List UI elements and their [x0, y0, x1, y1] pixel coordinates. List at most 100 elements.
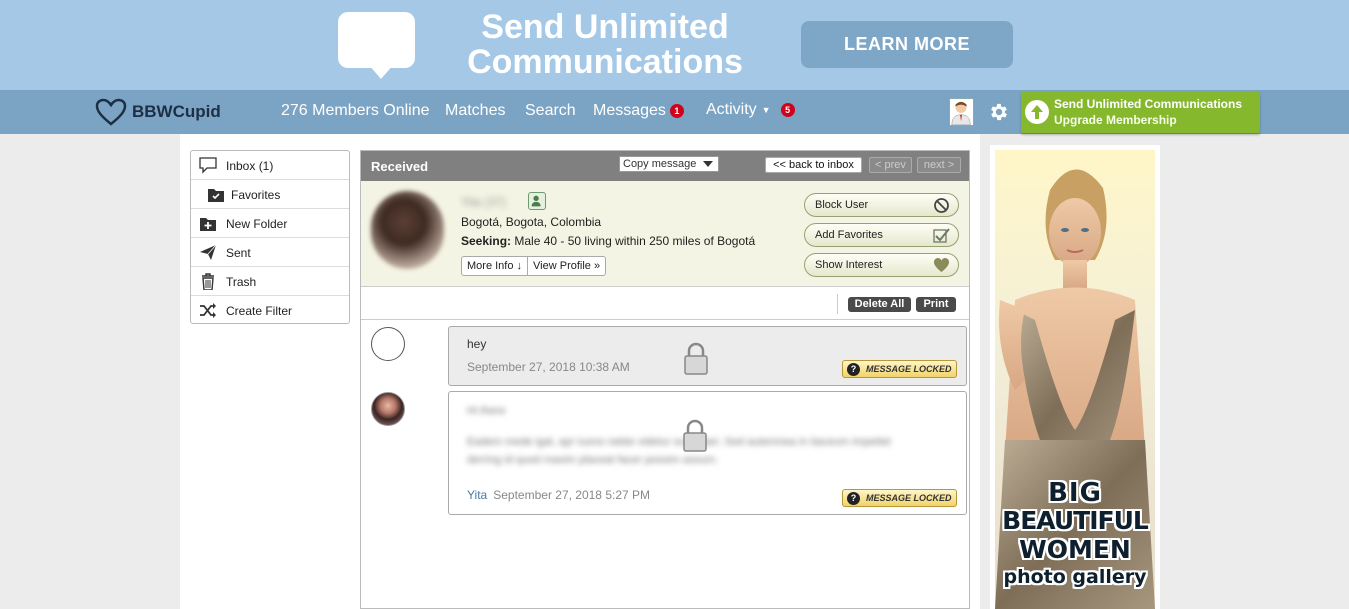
upgrade-membership-button[interactable]: Send Unlimited Communications Upgrade Me… — [1021, 91, 1260, 133]
checkbox-icon — [933, 228, 950, 243]
sidebar-item-new-folder[interactable]: New Folder — [191, 209, 349, 238]
messages-count-badge: 1 — [669, 103, 684, 118]
block-icon — [934, 198, 949, 213]
profile-name[interactable]: Yita (37) — [461, 195, 506, 209]
ad-line-1: BIG — [1048, 478, 1102, 508]
user-avatar-button[interactable] — [949, 98, 974, 126]
ad-line-3: WOMEN — [1019, 535, 1131, 564]
padlock-icon — [684, 342, 708, 375]
message-body-line-2: derring id quod maxim placeat facer poss… — [467, 454, 719, 466]
prev-button[interactable]: < prev — [869, 157, 912, 173]
user-avatar-icon — [951, 101, 971, 125]
show-interest-button[interactable]: Show Interest — [804, 253, 959, 277]
question-icon: ? — [847, 492, 860, 505]
side-advert[interactable]: BIG BEAUTIFUL WOMEN photo gallery — [990, 145, 1160, 609]
add-favorites-label: Add Favorites — [815, 229, 883, 241]
message-sender-link[interactable]: Yita — [467, 488, 487, 502]
my-avatar — [371, 327, 405, 361]
paper-plane-icon — [200, 244, 217, 260]
profile-actions: More Info ↓ View Profile » — [461, 256, 607, 276]
message-greeting: Hi there — [467, 405, 506, 417]
nav-matches[interactable]: Matches — [445, 102, 505, 120]
learn-more-button[interactable]: LEARN MORE — [801, 21, 1013, 68]
message-toolbar: Delete All Print — [361, 288, 969, 320]
message-locked-label: MESSAGE LOCKED — [866, 364, 952, 374]
divider — [837, 294, 838, 314]
brand-logo[interactable]: BBWCupid — [95, 98, 221, 126]
trash-icon — [202, 273, 214, 290]
seeking-value: Male 40 - 50 living within 250 miles of … — [514, 234, 756, 248]
sidebar-item-label: Sent — [226, 246, 251, 260]
profile-photo[interactable] — [371, 191, 444, 269]
upgrade-line-2: Upgrade Membership — [1054, 113, 1177, 127]
promo-banner[interactable]: Send Unlimited Communications LEARN MORE — [0, 0, 1349, 90]
message-body-line-1: Eadem mede igal, apr iuono nebie videtur… — [467, 436, 891, 448]
sidebar-item-label: Inbox (1) — [226, 159, 274, 173]
message-item: Hi there Eadem mede igal, apr iuono nebi… — [448, 391, 967, 515]
block-user-label: Block User — [815, 199, 869, 211]
message-text: hey — [467, 337, 487, 351]
show-interest-label: Show Interest — [815, 259, 883, 271]
profile-seeking: Seeking: Male 40 - 50 living within 250 … — [461, 234, 755, 248]
banner-title: Send Unlimited Communications — [467, 8, 743, 81]
seeking-label: Seeking: — [461, 234, 512, 248]
message-meta: Yita September 27, 2018 5:27 PM — [467, 488, 650, 502]
sidebar-item-label: Favorites — [231, 188, 281, 202]
message-locked-button[interactable]: ? MESSAGE LOCKED — [842, 489, 957, 507]
folder-check-icon — [208, 189, 224, 202]
nav-activity[interactable]: Activity ▼ 5 — [706, 101, 795, 119]
heart-icon — [934, 258, 949, 272]
view-profile-button[interactable]: View Profile » — [527, 257, 605, 275]
profile-location: Bogotá, Bogota, Colombia — [461, 215, 602, 229]
verified-user-icon — [528, 192, 546, 210]
padlock-icon — [683, 419, 707, 452]
delete-all-button[interactable]: Delete All — [848, 297, 911, 312]
sender-avatar[interactable] — [371, 392, 405, 426]
message-item: hey September 27, 2018 10:38 AM ? MESSAG… — [448, 326, 967, 386]
dropdown-arrow-icon — [703, 161, 713, 167]
chat-bubble-icon — [338, 12, 415, 79]
folder-plus-icon — [200, 218, 216, 231]
message-locked-button[interactable]: ? MESSAGE LOCKED — [842, 360, 957, 378]
members-online-link[interactable]: 276 Members Online — [281, 102, 430, 120]
upgrade-line-1: Send Unlimited Communications — [1054, 97, 1243, 111]
sidebar-item-sent[interactable]: Sent — [191, 238, 349, 267]
shuffle-icon — [200, 303, 216, 318]
ad-line-2: BEAUTIFUL — [1002, 506, 1149, 535]
mail-sidebar: Inbox (1) Favorites New Folder Sent Tras… — [190, 150, 350, 324]
copy-message-value: Copy message — [623, 158, 697, 170]
sidebar-item-trash[interactable]: Trash — [191, 267, 349, 296]
add-favorites-button[interactable]: Add Favorites — [804, 223, 959, 247]
speech-bubble-icon — [199, 157, 217, 174]
settings-gear-icon[interactable] — [988, 101, 1010, 123]
next-button[interactable]: next > — [917, 157, 961, 173]
message-locked-label: MESSAGE LOCKED — [866, 493, 952, 503]
more-info-button[interactable]: More Info ↓ — [462, 257, 527, 275]
back-to-inbox-button[interactable]: << back to inbox — [765, 157, 862, 173]
block-user-button[interactable]: Block User — [804, 193, 959, 217]
brand-name: BBWCupid — [132, 102, 221, 121]
nav-messages[interactable]: Messages 1 — [593, 102, 684, 120]
ad-photo: BIG BEAUTIFUL WOMEN photo gallery — [995, 150, 1155, 609]
print-button[interactable]: Print — [916, 297, 956, 312]
question-icon: ? — [847, 363, 860, 376]
sidebar-item-label: Create Filter — [226, 304, 293, 318]
panel-title: Received — [371, 159, 429, 174]
arrow-up-icon — [1025, 100, 1049, 124]
sender-profile-card: Yita (37) Bogotá, Bogota, Colombia Seeki… — [361, 181, 969, 287]
sidebar-item-label: New Folder — [226, 217, 288, 231]
heart-logo-icon — [95, 98, 127, 126]
sidebar-item-create-filter[interactable]: Create Filter — [191, 296, 349, 325]
copy-message-select[interactable]: Copy message — [619, 156, 719, 172]
message-date: September 27, 2018 5:27 PM — [493, 488, 651, 502]
ad-line-4: photo gallery — [1003, 566, 1147, 588]
panel-header: Received Copy message << back to inbox <… — [361, 151, 969, 181]
message-date: September 27, 2018 10:38 AM — [467, 360, 630, 374]
caret-down-icon: ▼ — [761, 104, 771, 115]
sidebar-item-inbox[interactable]: Inbox (1) — [191, 151, 349, 180]
sidebar-item-favorites[interactable]: Favorites — [191, 180, 349, 209]
activity-count-badge: 5 — [780, 102, 795, 117]
message-panel: Received Copy message << back to inbox <… — [360, 150, 970, 609]
nav-search[interactable]: Search — [525, 102, 576, 120]
nav-messages-label: Messages — [593, 102, 666, 119]
